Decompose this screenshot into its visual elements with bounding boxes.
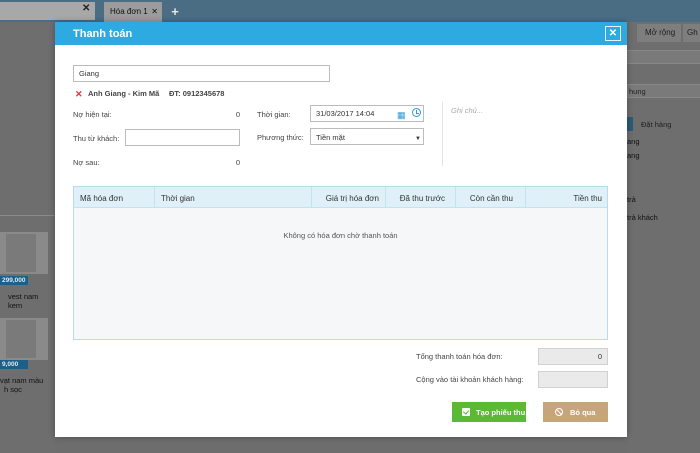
customer-name-input[interactable] bbox=[73, 65, 330, 82]
customer-address: Anh Giang - Kim Mã bbox=[88, 89, 160, 98]
add-to-account-field bbox=[538, 371, 608, 388]
collect-from-customer-input[interactable] bbox=[125, 129, 240, 146]
column-header-paid-before: Đã thu trước bbox=[386, 187, 456, 208]
product-image bbox=[6, 320, 36, 358]
checkbox-icon bbox=[462, 408, 470, 416]
ban-icon bbox=[555, 408, 563, 416]
product-image bbox=[6, 234, 36, 272]
bg-right-field[interactable]: hung bbox=[627, 84, 700, 98]
column-header-amount-collected: Tiền thu bbox=[573, 194, 602, 203]
product-name: vest nam kem bbox=[0, 292, 55, 310]
customer-phone: ĐT: 0912345678 bbox=[169, 89, 225, 98]
create-receipt-button[interactable]: Tạo phiếu thu bbox=[452, 402, 526, 422]
product-price: 299,000 bbox=[0, 276, 28, 285]
invoice-tab-close-icon[interactable]: ✕ bbox=[151, 7, 158, 16]
create-receipt-label: Tạo phiếu thu bbox=[476, 408, 526, 417]
remove-customer-icon[interactable]: ✕ bbox=[75, 89, 83, 100]
product-price: 9,000 bbox=[0, 360, 28, 369]
bg-right-field[interactable] bbox=[627, 50, 700, 64]
product-name-line: kem bbox=[8, 301, 23, 310]
section-divider bbox=[442, 102, 443, 166]
debt-after-value: 0 bbox=[235, 158, 240, 167]
modal-header: Thanh toán ✕ bbox=[55, 22, 627, 45]
calendar-icon[interactable]: ▦ bbox=[397, 110, 406, 121]
bg-right-text: ang bbox=[627, 151, 640, 160]
add-tab-button[interactable]: + bbox=[166, 4, 184, 20]
tab-note[interactable]: Gh bbox=[683, 24, 700, 42]
bg-right-text: trả bbox=[627, 195, 636, 204]
table-header: Mã hóa đơn Thời gian Giá trị hóa đơn Đã … bbox=[74, 187, 607, 208]
clock-icon[interactable] bbox=[412, 108, 421, 117]
bg-left-divider bbox=[0, 215, 55, 216]
column-header-time: Thời gian bbox=[155, 187, 312, 208]
invoice-table: Mã hóa đơn Thời gian Giá trị hóa đơn Đã … bbox=[73, 186, 608, 340]
product-name-line: h sọc bbox=[4, 385, 22, 394]
bg-search-clear-icon[interactable]: ✕ bbox=[82, 3, 90, 14]
modal-title: Thanh toán bbox=[73, 28, 133, 40]
product-card[interactable] bbox=[0, 318, 48, 360]
bg-search-box[interactable] bbox=[0, 2, 95, 20]
tab-order[interactable]: Đặt hàng bbox=[633, 117, 700, 131]
note-field[interactable]: Ghi chú... bbox=[451, 106, 483, 115]
column-header-remaining: Còn cần thu bbox=[456, 187, 526, 208]
payment-modal: Thanh toán ✕ ✕ Anh Giang - Kim Mã ĐT: 09… bbox=[55, 22, 627, 437]
skip-button[interactable]: Bỏ qua bbox=[543, 402, 608, 422]
tab-expand[interactable]: Mở rộng bbox=[637, 24, 681, 42]
invoice-tab[interactable]: Hóa đơn 1 ✕ bbox=[104, 2, 162, 22]
time-label: Thời gian: bbox=[257, 110, 291, 119]
bg-right-text: ang bbox=[627, 137, 640, 146]
skip-label: Bỏ qua bbox=[570, 408, 596, 417]
debt-after-label: Nợ sau: bbox=[73, 158, 100, 167]
bg-right-text: trả khách bbox=[627, 213, 658, 222]
total-payment-field bbox=[538, 348, 608, 365]
payment-method-select[interactable]: Tiền mặt bbox=[310, 128, 424, 145]
total-payment-label: Tổng thanh toán hóa đơn: bbox=[416, 352, 503, 361]
empty-table-message: Không có hóa đơn chờ thanh toán bbox=[283, 231, 398, 240]
current-debt-label: Nợ hiện tại: bbox=[73, 110, 112, 119]
column-header-invoice-code: Mã hóa đơn bbox=[74, 187, 155, 208]
column-header-invoice-value: Giá trị hóa đơn bbox=[312, 187, 386, 208]
product-card[interactable] bbox=[0, 232, 48, 274]
collect-from-customer-label: Thu từ khách: bbox=[73, 134, 120, 143]
invoice-tab-label: Hóa đơn 1 bbox=[110, 7, 148, 16]
product-name-line: vạt nam màu bbox=[0, 376, 44, 385]
payment-method-label: Phương thức: bbox=[257, 133, 304, 142]
close-icon[interactable]: ✕ bbox=[605, 26, 621, 41]
payment-method-value: Tiền mặt bbox=[316, 133, 345, 142]
product-name-line: vest nam bbox=[8, 292, 39, 301]
add-to-account-label: Cộng vào tài khoản khách hàng: bbox=[416, 375, 524, 384]
dropdown-arrow-icon[interactable]: ▼ bbox=[415, 136, 421, 142]
current-debt-value: 0 bbox=[235, 110, 240, 119]
product-name: vạt nam màu h sọc bbox=[0, 376, 55, 394]
bg-right-tabs: Mở rộng Gh bbox=[627, 24, 700, 42]
time-input[interactable] bbox=[310, 105, 424, 122]
